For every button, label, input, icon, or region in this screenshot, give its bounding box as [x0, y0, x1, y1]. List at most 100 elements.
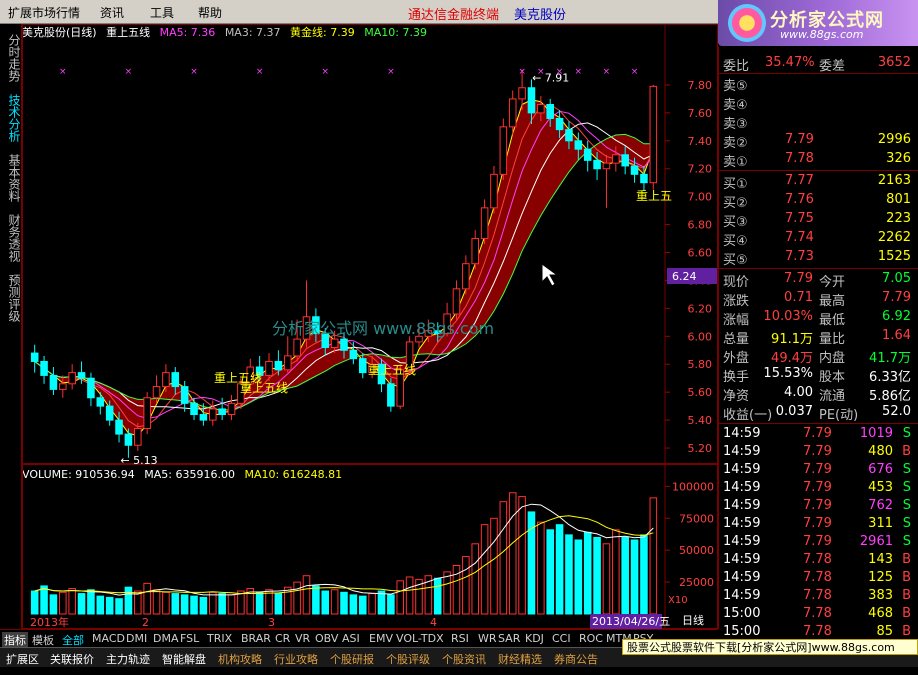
- tick-row: 14:59 7.78 143 B: [719, 551, 918, 569]
- signal-marker: ×: [321, 67, 329, 77]
- candle-body: [227, 402, 236, 416]
- volume-bar: [115, 598, 123, 615]
- indicator-tab[interactable]: ASI: [342, 632, 360, 645]
- candle-body: [358, 358, 367, 374]
- bottom-tab[interactable]: 主力轨迹: [106, 651, 150, 667]
- candle-body: [124, 433, 133, 446]
- tab-intraday[interactable]: 分时走势: [2, 34, 21, 82]
- indicator-tab[interactable]: EMV: [369, 632, 393, 645]
- candle-body: [612, 154, 620, 164]
- indicator-tab[interactable]: CR: [275, 632, 290, 645]
- stat-value: 0.037: [775, 404, 813, 419]
- candle-body: [283, 355, 292, 371]
- volume-bar: [59, 591, 67, 615]
- indicator-tab[interactable]: MACD: [92, 632, 125, 645]
- indicator-tab[interactable]: CCI: [552, 632, 571, 645]
- volume-bar: [508, 492, 517, 615]
- menu-expand-market[interactable]: 扩展市场行情: [8, 4, 80, 21]
- buy-volume: 1525: [877, 249, 911, 264]
- quote-stat-row: 涨幅 10.03% 最低 6.92: [719, 308, 918, 328]
- volume-chart[interactable]: 100000 75000 50000 25000 2013年 2 3 4 2013/04/26/…: [22, 464, 718, 629]
- volume-bar: [77, 593, 86, 615]
- price-tick-label: 5.60: [688, 386, 713, 399]
- menu-tools[interactable]: 工具: [150, 4, 174, 21]
- quote-stat-row: 净资 4.00 流通 5.86亿: [719, 384, 918, 404]
- weibi-value: 35.47%: [765, 55, 815, 70]
- candle-body: [180, 386, 189, 404]
- menu-help[interactable]: 帮助: [198, 4, 222, 21]
- candle-body: [134, 427, 142, 446]
- tick-row: 14:59 7.79 676 S: [719, 461, 918, 479]
- stat-value-2: 1.64: [882, 328, 911, 343]
- candle-body: [87, 377, 95, 399]
- price-tick-label: 7.80: [688, 79, 713, 92]
- bottom-tab[interactable]: 财经精选: [498, 651, 542, 667]
- stat-value-2: 41.7万: [869, 351, 911, 366]
- tick-side: S: [902, 480, 911, 495]
- tick-price: 7.79: [803, 426, 832, 441]
- indicator-tab[interactable]: OBV: [315, 632, 338, 645]
- indicator-tab[interactable]: BRAR: [241, 632, 271, 645]
- candle-body: [583, 148, 592, 161]
- sell-order-row: 卖⑤: [719, 74, 918, 94]
- volume-bar: [218, 593, 226, 615]
- stat-label-2: 股本: [819, 370, 846, 385]
- chart-area[interactable]: 美克股份(日线) 重上五线 MA5: 7.36 MA3: 7.37 黄金线: 7…: [22, 24, 718, 629]
- indicator-tab[interactable]: DMA: [153, 632, 179, 645]
- tab-technical[interactable]: 技术分析: [2, 94, 21, 142]
- buy-price: 7.77: [785, 173, 814, 188]
- tab-forecast[interactable]: 预测评级: [2, 274, 21, 322]
- indicator-tab[interactable]: ROC: [579, 632, 603, 645]
- indicator-tab[interactable]: SAR: [498, 632, 520, 645]
- volume-bar: [227, 594, 236, 615]
- bottom-tab[interactable]: 机构攻略: [218, 651, 262, 667]
- date-tag-label: 2013/04/26/五: [592, 615, 670, 628]
- tick-volume: 1019: [859, 426, 893, 441]
- bottom-tab[interactable]: 智能解盘: [162, 651, 206, 667]
- tick-price: 7.79: [803, 534, 832, 549]
- indicator-tab[interactable]: KDJ: [525, 632, 544, 645]
- bottom-tab[interactable]: 关联报价: [50, 651, 94, 667]
- indicator-tab[interactable]: 全部: [62, 632, 84, 648]
- candle-body: [480, 207, 489, 240]
- volume-tick-label: 25000: [679, 576, 714, 589]
- bottom-tab[interactable]: 个股研报: [330, 651, 374, 667]
- tab-fundamentals[interactable]: 基本资料: [2, 154, 21, 202]
- tab-financials[interactable]: 财务透视: [2, 214, 21, 262]
- candle-body: [452, 288, 461, 315]
- indicator-tab[interactable]: 指标: [2, 632, 28, 648]
- bottom-tab[interactable]: 行业攻略: [274, 651, 318, 667]
- indicator-tab[interactable]: WR: [478, 632, 497, 645]
- stat-value-2: 7.79: [882, 290, 911, 305]
- indicator-tab[interactable]: 模板: [32, 632, 54, 648]
- volume-bar: [312, 585, 320, 615]
- indicator-tab[interactable]: RSI: [451, 632, 469, 645]
- stat-value: 10.03%: [763, 309, 813, 324]
- high-price-label: ← 7.91: [532, 72, 569, 85]
- indicator-tab[interactable]: FSL: [180, 632, 199, 645]
- volume-bar: [499, 501, 508, 615]
- indicator-tab[interactable]: TRIX: [207, 632, 232, 645]
- indicator-tab[interactable]: VR: [295, 632, 310, 645]
- bottom-tab[interactable]: 个股资讯: [442, 651, 486, 667]
- stat-label: 总量: [723, 332, 750, 347]
- candle-body: [518, 87, 526, 100]
- indicator-tab[interactable]: DMI: [126, 632, 147, 645]
- price-chart[interactable]: 7.807.607.407.207.006.806.606.406.206.00…: [22, 24, 718, 464]
- ad-banner[interactable]: 股票公式股票软件下载[分析家公式网]www.88gs.com: [622, 639, 918, 655]
- tick-price: 7.79: [803, 462, 832, 477]
- volume-bar: [330, 589, 339, 615]
- watermark-text: 分析家公式网 www.88gs.com: [272, 319, 494, 338]
- candle-body: [330, 338, 339, 348]
- stat-label-2: 内盘: [819, 351, 846, 366]
- indicator-tab[interactable]: VOL-TDX: [396, 632, 444, 645]
- bottom-tab[interactable]: 扩展区: [6, 651, 39, 667]
- tick-side: B: [902, 570, 911, 585]
- bottom-tab[interactable]: 个股评级: [386, 651, 430, 667]
- menu-news[interactable]: 资讯: [100, 4, 124, 21]
- volume-bar: [68, 587, 76, 615]
- bottom-tab[interactable]: 券商公告: [554, 651, 598, 667]
- volume-bar: [433, 577, 442, 615]
- sell-label: 卖④: [723, 98, 748, 113]
- tick-side: S: [902, 498, 911, 513]
